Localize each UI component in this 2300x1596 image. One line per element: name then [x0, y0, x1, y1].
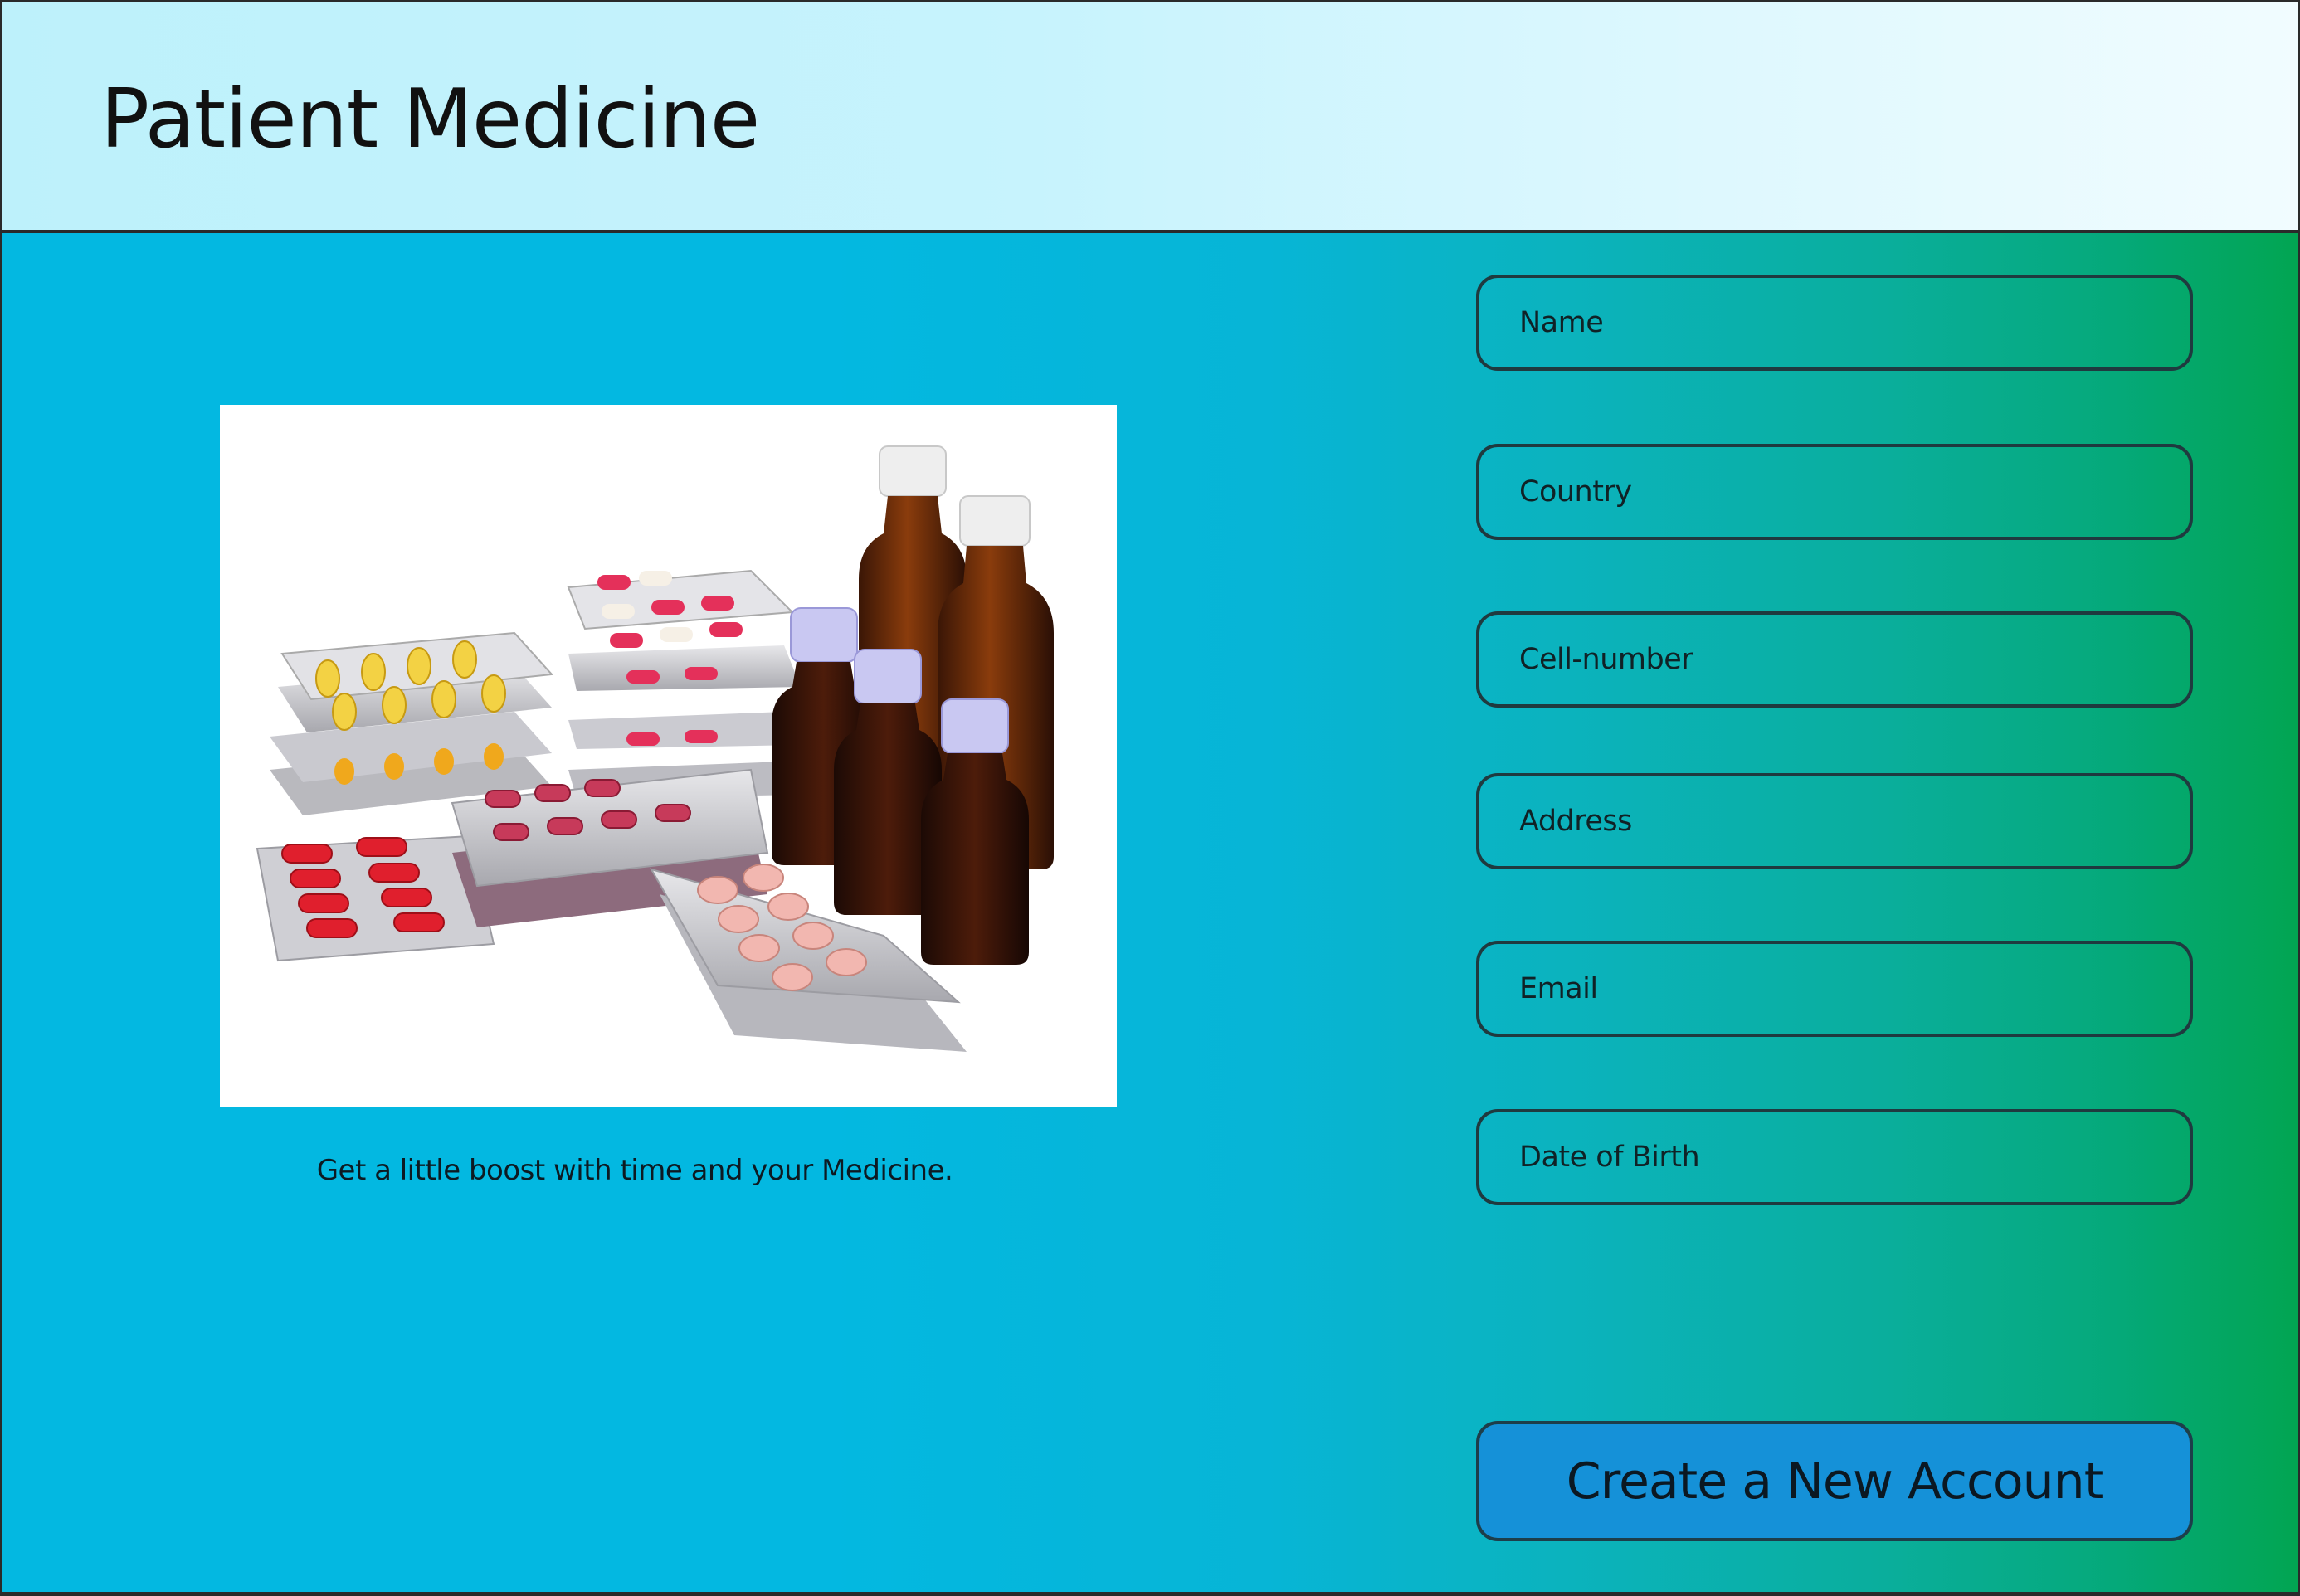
country-field[interactable]: Country — [1476, 444, 2193, 540]
email-field-label: Email — [1519, 972, 1598, 1005]
cell-number-field-label: Cell-number — [1519, 643, 1693, 676]
create-account-button-label: Create a New Account — [1566, 1452, 2103, 1511]
cell-number-field[interactable]: Cell-number — [1476, 611, 2193, 708]
email-field[interactable]: Email — [1476, 941, 2193, 1037]
country-field-label: Country — [1519, 475, 1632, 508]
date-of-birth-field-label: Date of Birth — [1519, 1141, 1700, 1174]
hero-caption: Get a little boost with time and your Me… — [316, 1154, 953, 1187]
address-field[interactable]: Address — [1476, 773, 2193, 869]
header-bar: Patient Medicine — [2, 2, 2298, 233]
yellow-blister-stack — [270, 631, 554, 815]
name-field[interactable]: Name — [1476, 275, 2193, 371]
address-field-label: Address — [1519, 805, 1632, 838]
create-account-button[interactable]: Create a New Account — [1476, 1421, 2193, 1541]
app-window: Patient Medicine Get a little boost with… — [0, 0, 2300, 1596]
pink-capsule-stack — [567, 569, 801, 799]
name-field-label: Name — [1519, 306, 1604, 339]
page-title: Patient Medicine — [100, 72, 760, 167]
medicine-image — [220, 405, 1117, 1107]
medicine-illustration — [256, 445, 1054, 1052]
main-content: Get a little boost with time and your Me… — [2, 233, 2298, 1592]
date-of-birth-field[interactable]: Date of Birth — [1476, 1109, 2193, 1205]
